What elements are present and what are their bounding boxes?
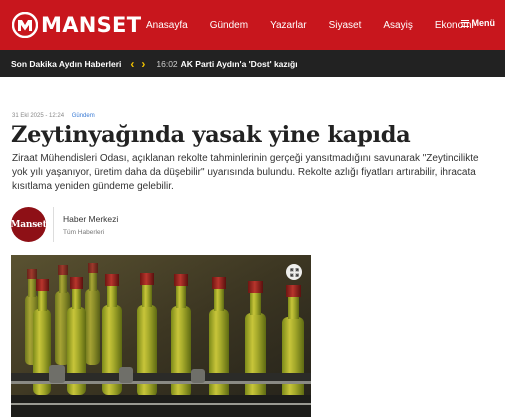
site-logo[interactable]: MANSET (12, 11, 141, 39)
olive-oil-bottles-image (11, 255, 311, 417)
nav-item-anasayfa[interactable]: Anasayfa (146, 20, 188, 31)
menu-label: Menü (471, 18, 496, 28)
article-image[interactable] (11, 255, 311, 417)
author-avatar-text: Manset (11, 219, 46, 230)
breaking-news-time: 16:02 (156, 58, 178, 69)
article-category[interactable]: Gündem (72, 113, 95, 119)
breaking-news-bar: Son Dakika Aydın Haberleri ‹ › 16:02 AK … (0, 50, 505, 77)
menu-button[interactable]: Menü (460, 18, 496, 28)
hamburger-icon (460, 19, 469, 27)
main-nav: Anasayfa Gündem Yazarlar Siyaset Asayiş … (146, 0, 496, 50)
breaking-news-headline[interactable]: AK Parti Aydın'a 'Dost' kazığı (181, 59, 298, 69)
author-all-news-link[interactable]: Tüm Haberleri (63, 229, 104, 236)
top-navbar: MANSET Anasayfa Gündem Yazarlar Siyaset … (0, 0, 505, 50)
article-title: Zeytinyağında yasak yine kapıda (11, 122, 411, 148)
breaking-news-label: Son Dakika Aydın Haberleri (11, 58, 122, 69)
expand-image-button[interactable] (286, 264, 302, 280)
chevron-left-icon[interactable]: ‹ (130, 58, 134, 70)
nav-item-gundem[interactable]: Gündem (210, 20, 248, 31)
article-summary: Ziraat Mühendisleri Odası, açıklanan rek… (12, 153, 479, 192)
nav-item-yazarlar[interactable]: Yazarlar (270, 20, 307, 31)
author-avatar[interactable]: Manset (11, 207, 46, 242)
expand-icon (289, 267, 299, 277)
breaking-news-arrows: ‹ › (130, 58, 152, 70)
nav-item-siyaset[interactable]: Siyaset (329, 20, 362, 31)
author-name[interactable]: Haber Merkezi (63, 214, 118, 224)
author-divider (53, 207, 54, 242)
article-date: 31 Ekl 2025 - 12:24 (12, 113, 65, 119)
nav-item-asayis[interactable]: Asayiş (383, 20, 412, 31)
article-meta: 31 Ekl 2025 - 12:24 Gündem (12, 113, 95, 119)
logo-icon (12, 12, 38, 38)
chevron-right-icon[interactable]: › (141, 58, 145, 70)
logo-text: MANSET (41, 13, 142, 37)
